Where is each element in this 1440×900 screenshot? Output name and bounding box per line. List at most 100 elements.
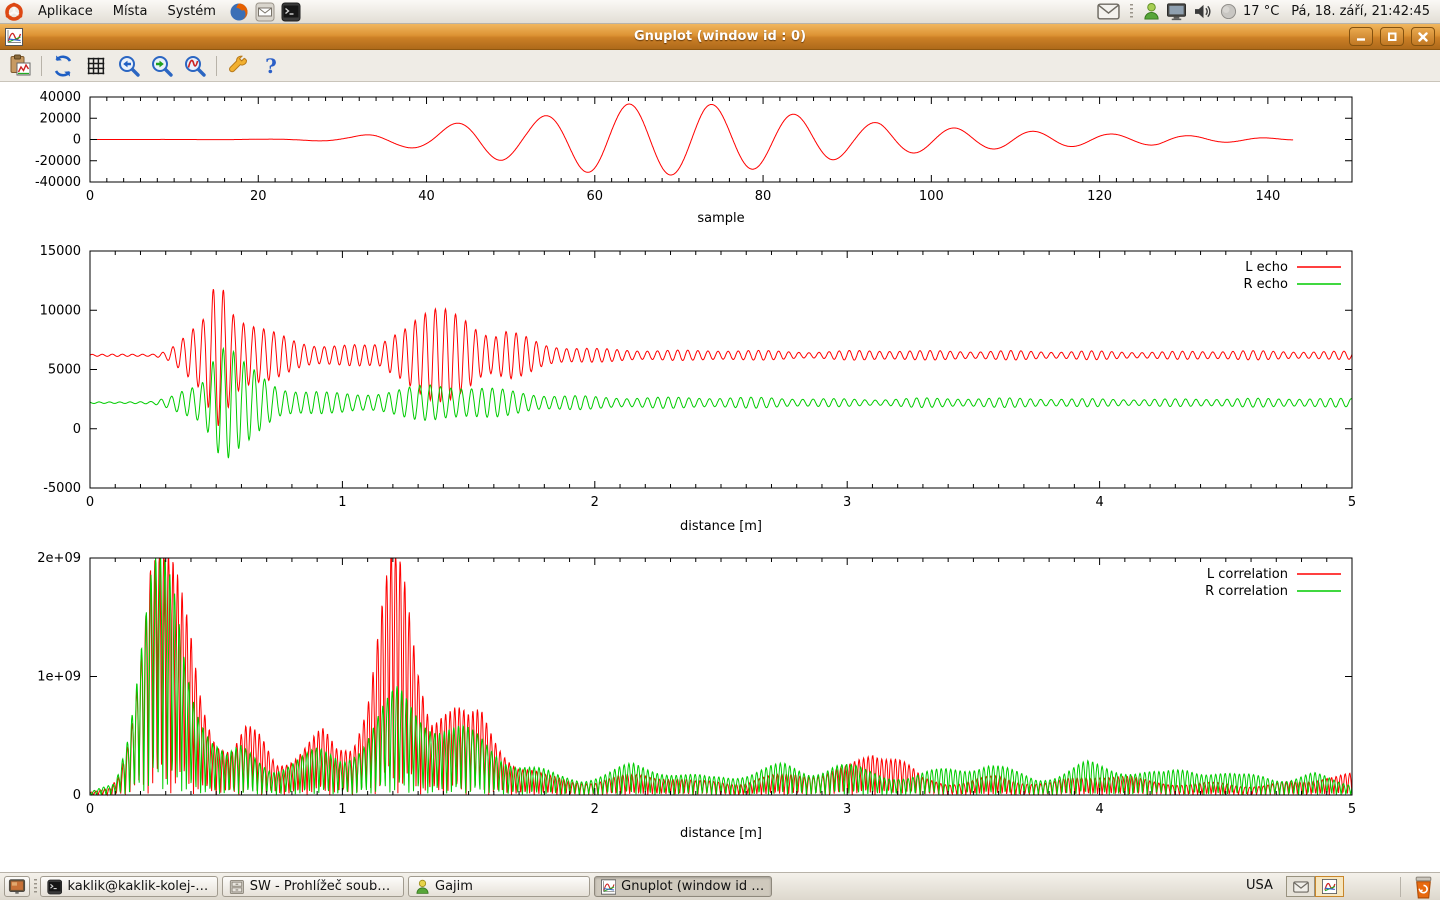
- svg-text:10000: 10000: [40, 303, 81, 318]
- keyboard-layout-indicator[interactable]: USA: [1246, 878, 1273, 893]
- task-gajim[interactable]: Gajim: [408, 876, 590, 897]
- file-manager-icon: [229, 879, 245, 895]
- clock-applet[interactable]: Pá, 18. září, 21:42:45: [1285, 4, 1436, 19]
- svg-text:2e+09: 2e+09: [37, 551, 81, 566]
- toggle-grid-button[interactable]: [84, 54, 108, 78]
- svg-text:0: 0: [73, 133, 81, 148]
- svg-text:100: 100: [919, 189, 944, 204]
- task-file-manager[interactable]: SW - Prohlížeč souborů: [222, 876, 404, 897]
- svg-text:L echo: L echo: [1245, 260, 1288, 275]
- toolbar-separator: [216, 56, 217, 76]
- volume-icon[interactable]: [1193, 3, 1214, 20]
- mail-window-thumb-icon: [1293, 881, 1309, 893]
- svg-text:?: ?: [265, 54, 277, 78]
- menu-places[interactable]: Místa: [103, 0, 158, 23]
- svg-text:5000: 5000: [48, 363, 81, 378]
- titlebar[interactable]: Gnuplot (window id : 0): [0, 24, 1440, 50]
- task-label: Gajim: [435, 879, 473, 894]
- svg-text:-20000: -20000: [35, 154, 81, 169]
- svg-text:5: 5: [1348, 802, 1356, 817]
- svg-text:80: 80: [755, 189, 772, 204]
- svg-text:1: 1: [338, 495, 346, 510]
- show-desktop-button[interactable]: [4, 876, 30, 897]
- svg-text:2: 2: [591, 495, 599, 510]
- top-panel-status-area: 17 °C Pá, 18. září, 21:42:45: [1097, 0, 1440, 23]
- svg-text:0: 0: [73, 788, 81, 803]
- mail-launcher-icon[interactable]: [255, 2, 275, 22]
- task-label: Gnuplot (window id : 0): [621, 879, 765, 894]
- bottom-taskbar: kaklik@kaklik-kolej-u... SW - Prohlížeč …: [0, 872, 1440, 900]
- svg-text:4: 4: [1095, 802, 1103, 817]
- workspace-switcher: [1286, 876, 1344, 897]
- window-title: Gnuplot (window id : 0): [0, 29, 1440, 44]
- svg-text:distance [m]: distance [m]: [680, 519, 762, 534]
- task-label: kaklik@kaklik-kolej-u...: [67, 879, 211, 894]
- user-switcher-icon[interactable]: [1143, 2, 1160, 21]
- top-panel: Aplikace Místa Systém: [0, 0, 1440, 24]
- settings-wrench-button[interactable]: [226, 54, 250, 78]
- trash-applet[interactable]: [1410, 875, 1436, 899]
- top-panel-left: Aplikace Místa Systém: [0, 0, 304, 23]
- firefox-launcher-icon[interactable]: [229, 2, 249, 22]
- menu-applications[interactable]: Aplikace: [28, 0, 103, 23]
- gnuplot-icon: [601, 879, 616, 895]
- maximize-button[interactable]: [1380, 27, 1404, 46]
- svg-text:1: 1: [338, 802, 346, 817]
- svg-text:140: 140: [1255, 189, 1280, 204]
- temperature-label: 17 °C: [1243, 4, 1279, 19]
- svg-text:3: 3: [843, 802, 851, 817]
- svg-text:60: 60: [587, 189, 604, 204]
- svg-text:20000: 20000: [40, 111, 81, 126]
- plot-canvas[interactable]: 020406080100120140-40000-200000200004000…: [0, 82, 1440, 872]
- minimize-button[interactable]: [1349, 27, 1373, 46]
- next-zoom-button[interactable]: [150, 54, 174, 78]
- autoscale-button[interactable]: [183, 54, 207, 78]
- svg-text:L correlation: L correlation: [1207, 567, 1288, 582]
- window-buttons: [1349, 27, 1440, 46]
- svg-text:120: 120: [1087, 189, 1112, 204]
- close-button[interactable]: [1411, 27, 1435, 46]
- svg-text:40000: 40000: [40, 90, 81, 105]
- gnuplot-window: Gnuplot (window id : 0): [0, 24, 1440, 872]
- applet-drag-handle[interactable]: [1130, 4, 1133, 20]
- svg-text:0: 0: [86, 802, 94, 817]
- task-label: SW - Prohlížeč souborů: [250, 879, 397, 894]
- svg-text:5: 5: [1348, 495, 1356, 510]
- copy-to-clipboard-button[interactable]: [8, 54, 32, 78]
- svg-text:15000: 15000: [40, 244, 81, 259]
- svg-text:sample: sample: [697, 211, 744, 226]
- svg-text:-40000: -40000: [35, 175, 81, 190]
- toolbar-separator: [41, 56, 42, 76]
- previous-zoom-button[interactable]: [117, 54, 141, 78]
- help-button[interactable]: ?: [259, 54, 283, 78]
- gnuplot-window-icon: [5, 28, 23, 46]
- svg-text:0: 0: [86, 189, 94, 204]
- taskbar-separator: [1400, 877, 1401, 897]
- gnuplot-charts: 020406080100120140-40000-200000200004000…: [0, 82, 1440, 872]
- gnuplot-toolbar: ?: [0, 50, 1440, 82]
- workspace-1-button[interactable]: [1286, 876, 1315, 897]
- gnuplot-window-thumb-icon: [1322, 879, 1337, 894]
- ubuntu-logo-icon[interactable]: [4, 2, 24, 22]
- svg-text:-5000: -5000: [43, 481, 81, 496]
- svg-text:R echo: R echo: [1243, 277, 1288, 292]
- svg-text:3: 3: [843, 495, 851, 510]
- svg-text:distance [m]: distance [m]: [680, 826, 762, 841]
- weather-moon-icon[interactable]: [1220, 3, 1237, 20]
- gajim-person-icon: [415, 879, 430, 895]
- tasklist-drag-handle[interactable]: [34, 879, 37, 895]
- svg-text:40: 40: [418, 189, 435, 204]
- menu-system[interactable]: Systém: [157, 0, 225, 23]
- svg-text:R correlation: R correlation: [1205, 584, 1288, 599]
- terminal-launcher-icon[interactable]: [281, 2, 301, 22]
- task-terminal[interactable]: kaklik@kaklik-kolej-u...: [40, 876, 218, 897]
- task-gnuplot[interactable]: Gnuplot (window id : 0): [594, 876, 772, 897]
- svg-text:1e+09: 1e+09: [37, 670, 81, 685]
- workspace-2-button[interactable]: [1315, 876, 1344, 897]
- mail-notification-icon[interactable]: [1097, 3, 1120, 20]
- svg-text:0: 0: [73, 422, 81, 437]
- replot-button[interactable]: [51, 54, 75, 78]
- terminal-icon: [47, 879, 62, 895]
- svg-text:4: 4: [1095, 495, 1103, 510]
- display-icon[interactable]: [1166, 2, 1187, 21]
